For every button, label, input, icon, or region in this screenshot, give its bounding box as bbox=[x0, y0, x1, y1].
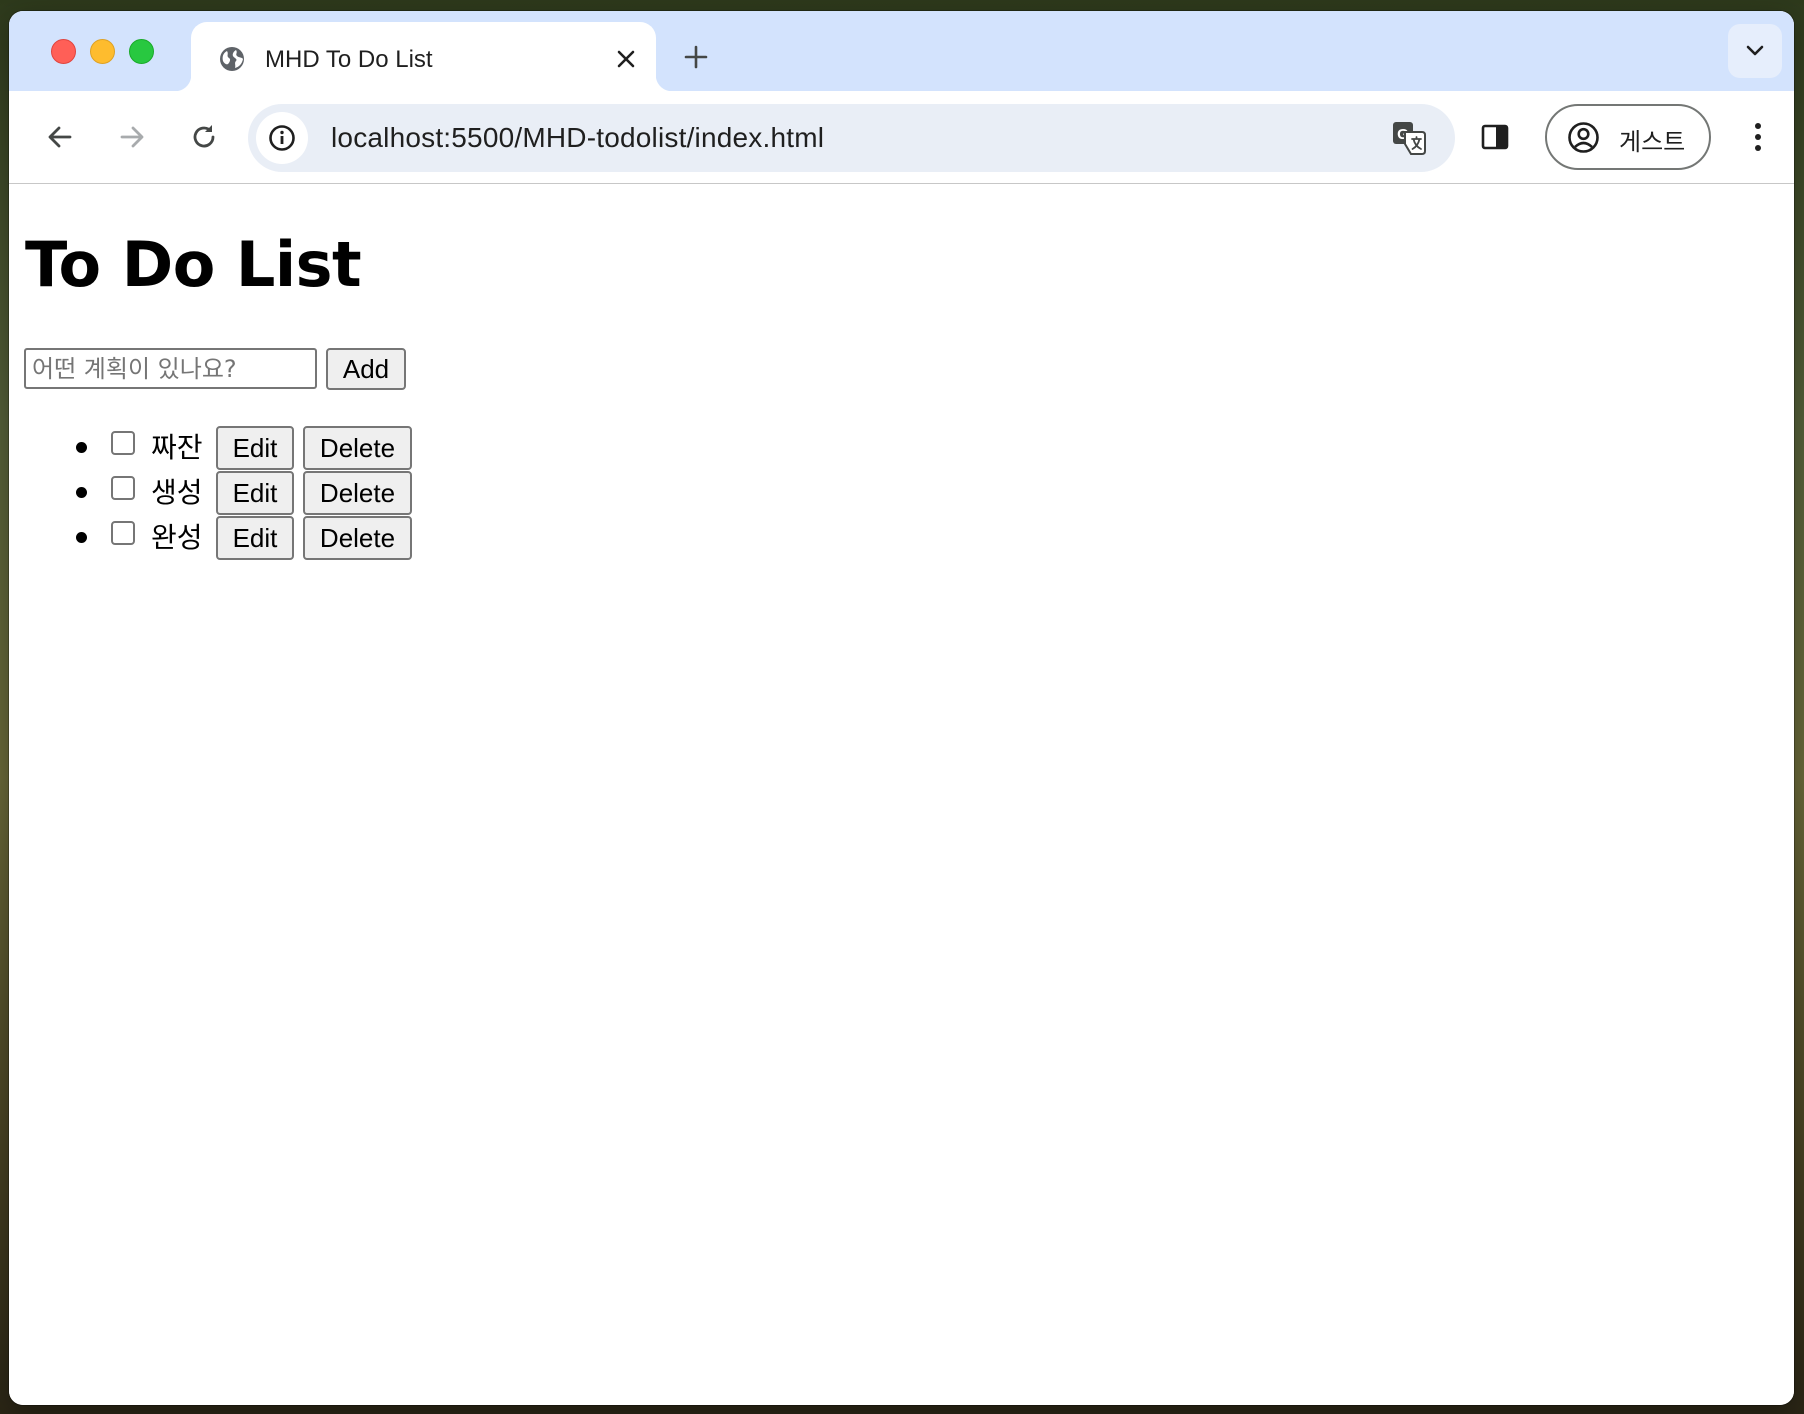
delete-button[interactable]: Delete bbox=[303, 426, 412, 470]
address-bar[interactable]: localhost:5500/MHD-todolist/index.html G bbox=[248, 104, 1455, 172]
todo-input[interactable] bbox=[24, 348, 317, 389]
site-info-icon[interactable] bbox=[256, 112, 308, 164]
todo-text: 완성 bbox=[151, 521, 203, 554]
list-bullet bbox=[76, 487, 87, 498]
side-panel-icon[interactable] bbox=[1473, 115, 1517, 159]
profile-label: 게스트 bbox=[1619, 128, 1686, 156]
todo-item: 완성 Edit Delete bbox=[9, 514, 429, 560]
tab-strip: MHD To Do List bbox=[9, 11, 1794, 91]
new-tab-icon[interactable] bbox=[681, 42, 711, 72]
minimize-window-button[interactable] bbox=[90, 39, 115, 64]
back-arrow-icon[interactable] bbox=[38, 115, 82, 159]
forward-arrow-icon[interactable] bbox=[110, 115, 154, 159]
list-bullet bbox=[76, 532, 87, 543]
todo-checkbox[interactable] bbox=[111, 521, 135, 545]
todo-checkbox[interactable] bbox=[111, 431, 135, 455]
close-window-button[interactable] bbox=[51, 39, 76, 64]
page-content: To Do List Add 짜잔 Edit Delete 생성 Edit De… bbox=[9, 184, 1794, 1405]
todo-checkbox[interactable] bbox=[111, 476, 135, 500]
tab-active[interactable]: MHD To Do List bbox=[175, 22, 672, 91]
browser-toolbar: localhost:5500/MHD-todolist/index.html G bbox=[9, 91, 1794, 184]
globe-icon bbox=[218, 45, 246, 73]
account-circle-icon bbox=[1567, 121, 1600, 154]
tab-title: MHD To Do List bbox=[265, 46, 433, 73]
todo-item: 생성 Edit Delete bbox=[9, 469, 429, 515]
todo-list: 짜잔 Edit Delete 생성 Edit Delete 완성 Edit De… bbox=[9, 424, 429, 560]
maximize-window-button[interactable] bbox=[129, 39, 154, 64]
tab-search-icon[interactable] bbox=[1728, 24, 1782, 78]
browser-window: MHD To Do List localhost:5500/MHD-todoli… bbox=[9, 11, 1794, 1405]
reload-icon[interactable] bbox=[182, 115, 226, 159]
url-text: localhost:5500/MHD-todolist/index.html bbox=[331, 122, 825, 153]
more-menu-icon[interactable] bbox=[1736, 115, 1780, 159]
edit-button[interactable]: Edit bbox=[216, 471, 294, 515]
add-button[interactable]: Add bbox=[326, 348, 406, 390]
todo-item: 짜잔 Edit Delete bbox=[9, 424, 429, 470]
todo-text: 생성 bbox=[151, 476, 203, 509]
delete-button[interactable]: Delete bbox=[303, 516, 412, 560]
list-bullet bbox=[76, 442, 87, 453]
edit-button[interactable]: Edit bbox=[216, 426, 294, 470]
todo-text: 짜잔 bbox=[151, 431, 203, 464]
delete-button[interactable]: Delete bbox=[303, 471, 412, 515]
edit-button[interactable]: Edit bbox=[216, 516, 294, 560]
translate-icon[interactable]: G bbox=[1391, 120, 1427, 156]
page-title: To Do List bbox=[25, 228, 362, 301]
profile-button[interactable]: 게스트 bbox=[1545, 104, 1711, 170]
close-tab-icon[interactable] bbox=[611, 44, 641, 74]
